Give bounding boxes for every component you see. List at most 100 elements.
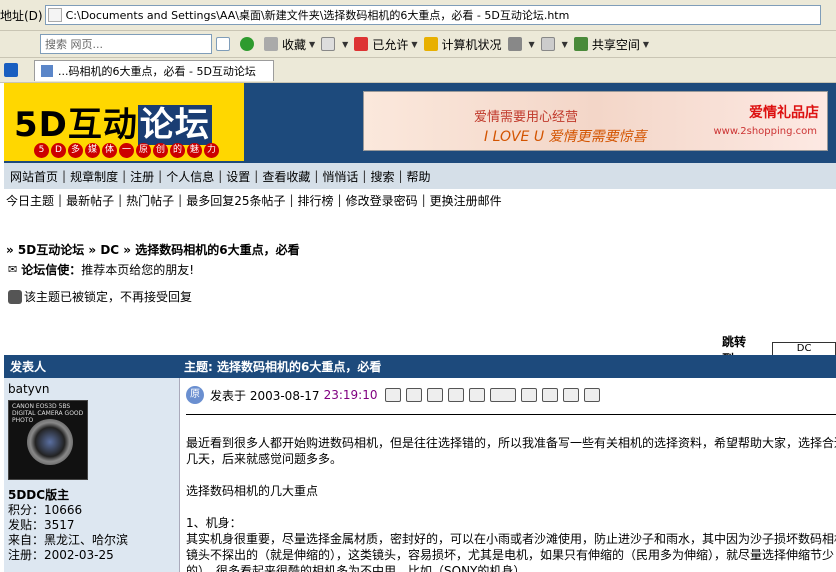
logo-tagline: 5D多媒体一原创的魅力 — [34, 143, 219, 158]
tagline-char: 体 — [102, 143, 117, 158]
nav-link[interactable]: 设置 — [226, 168, 250, 185]
post-paragraph: 其实机身很重要，尽量选择金属材质，密封好的，可以在小雨或者沙滩使用，防止进沙子和… — [186, 532, 836, 546]
subject-column-header: 主题: 选择数码相机的6大重点，必看 — [184, 360, 382, 374]
nav-link[interactable]: 查看收藏 — [262, 168, 310, 185]
post-actions — [385, 388, 601, 402]
nav-link[interactable]: 搜索 — [370, 168, 394, 185]
nav-link[interactable]: 排行榜 — [298, 192, 334, 209]
post-body: 最近看到很多人都开始购进数码相机，但是往往选择错的，所以我准备写一些有关相机的选… — [186, 435, 836, 572]
move-icon[interactable] — [563, 388, 580, 402]
nav-link[interactable]: 最多回复25条帖子 — [186, 192, 285, 209]
search-go-button[interactable] — [216, 37, 234, 51]
post-paragraph: 镜头不探出的（就是伸缩的），这类镜头，容易损坏，尤其是电机，如果只有伸缩的（民用… — [186, 548, 835, 562]
pm-icon[interactable] — [490, 388, 517, 402]
people-icon — [573, 37, 588, 51]
home-icon[interactable] — [427, 388, 444, 402]
shield-icon — [354, 37, 369, 51]
author-column-header: 发表人 — [10, 360, 47, 374]
mail-icon — [321, 37, 336, 51]
rss-icon — [507, 37, 522, 51]
email-icon[interactable] — [406, 388, 423, 402]
chevron-down-icon: ▼ — [342, 39, 349, 49]
main-nav: 网站首页 | 规章制度 | 注册 | 个人信息 | 设置 | 查看收藏 | 悄悄话 | 搜索 | 帮助 — [4, 163, 836, 189]
nav-separator: | — [158, 169, 163, 183]
download-icon[interactable] — [584, 388, 601, 402]
mail-button[interactable]: ▼ — [321, 37, 348, 51]
post-header: 原 发表于 2003-08-17 23:19:10 — [186, 384, 830, 406]
tagline-char: 多 — [68, 143, 83, 158]
nav-separator: | — [314, 169, 319, 183]
post-paragraph: 最近看到很多人都开始购进数码相机，但是往往选择错的，所以我准备写一些有关相机的选… — [186, 436, 836, 450]
computer-status-button[interactable]: 计算机状况 — [423, 36, 502, 53]
shared-space-button[interactable]: 共享空间 ▼ — [573, 36, 649, 53]
search-input[interactable]: 搜索 网页... — [40, 34, 212, 54]
messenger-link[interactable]: 推荐本页给您的朋友! — [81, 261, 194, 278]
tagline-char: 的 — [170, 143, 185, 158]
profile-icon[interactable] — [385, 388, 402, 402]
page-icon — [47, 8, 62, 22]
nav-link[interactable]: 网站首页 — [10, 168, 58, 185]
nav-link[interactable]: 个人信息 — [166, 168, 214, 185]
tab-current[interactable]: ...码相机的6大重点，必看 - 5D互动论坛 — [34, 59, 274, 81]
search-icon — [216, 37, 230, 51]
address-input[interactable]: C:\Documents and Settings\AA\桌面\新建文件夹\选择… — [44, 5, 821, 25]
nav-separator: | — [289, 193, 294, 207]
tab-title: ...码相机的6大重点，必看 - 5D互动论坛 — [58, 64, 256, 78]
report-icon[interactable] — [542, 388, 559, 402]
thread-header: 发表人 主题: 选择数码相机的6大重点，必看 — [4, 355, 836, 378]
breadcrumb[interactable]: » 5D互动论坛 » DC » 选择数码相机的6大重点，必看 — [6, 241, 300, 258]
post-divider — [186, 414, 836, 415]
tagline-char: D — [51, 143, 66, 158]
address-value: C:\Documents and Settings\AA\桌面\新建文件夹\选择… — [65, 9, 570, 22]
nav-separator: | — [178, 193, 183, 207]
author-name[interactable]: batyvn — [8, 382, 175, 396]
author-points: 积分：10666 — [8, 503, 83, 517]
search-icon[interactable] — [521, 388, 538, 402]
nav-separator: | — [398, 169, 403, 183]
add-button[interactable] — [240, 37, 258, 51]
chevron-down-icon: ▼ — [561, 39, 568, 49]
nav-link[interactable]: 帮助 — [407, 168, 431, 185]
nav-link[interactable]: 热门帖子 — [126, 192, 174, 209]
sub-nav: 今日主题 | 最新帖子 | 热门帖子 | 最多回复25条帖子 | 排行榜 | 修改登录密码 | 更换注册… — [4, 189, 836, 211]
favorites-button[interactable]: 收藏 ▼ — [264, 36, 315, 53]
logo-text-b: 论坛 — [137, 105, 212, 145]
favorite-icon[interactable] — [469, 388, 486, 402]
original-badge: 原 — [186, 386, 204, 404]
camera-lens-icon — [27, 419, 73, 465]
qq-icon[interactable] — [448, 388, 465, 402]
shared-space-label: 共享空间 — [591, 37, 640, 52]
nav-separator: | — [218, 169, 223, 183]
tagline-char: 5 — [34, 143, 49, 158]
post-paragraph: 几天，后来就感觉问题多多。 — [186, 452, 343, 466]
author-registered: 注册：2002-03-25 — [8, 548, 114, 562]
nav-link[interactable]: 悄悄话 — [322, 168, 358, 185]
address-bar: 地址(D) C:\Documents and Settings\AA\桌面\新建… — [0, 0, 836, 31]
allowed-button[interactable]: 已允许 ▼ — [354, 36, 418, 53]
ad-banner[interactable]: 爱情需要用心经营 I LOVE U 爱情更需要惊喜 爱情礼品店 www.2sho… — [363, 91, 828, 151]
nav-link[interactable]: 更换注册邮件 — [430, 192, 502, 209]
page-icon — [41, 64, 53, 77]
chevron-down-icon: ▼ — [411, 39, 418, 49]
nav-link[interactable]: 今日主题 — [6, 192, 54, 209]
nav-link[interactable]: 注册 — [130, 168, 154, 185]
logo-text: 5D互动论坛 — [14, 97, 212, 146]
nav-link[interactable]: 修改登录密码 — [346, 192, 418, 209]
favorites-label: 收藏 — [282, 37, 307, 52]
nav-link[interactable]: 规章制度 — [70, 168, 118, 185]
new-tab-button[interactable] — [4, 63, 22, 77]
web-page: 5D互动论坛 5D多媒体一原创的魅力 爱情需要用心经营 I LOVE U 爱情更… — [0, 83, 836, 572]
rss-button[interactable]: ▼ — [507, 37, 535, 51]
plus-icon — [4, 63, 18, 77]
tagline-char: 原 — [136, 143, 151, 158]
tagline-char: 一 — [119, 143, 134, 158]
envelope-icon — [540, 37, 555, 51]
nav-separator: | — [337, 193, 342, 207]
site-logo[interactable]: 5D互动论坛 5D多媒体一原创的魅力 — [4, 83, 244, 161]
nav-link[interactable]: 最新帖子 — [66, 192, 114, 209]
post-paragraph: 的），很多看起来很酷的相机多为不中用，比如（SONY的机身）。 — [186, 564, 532, 572]
nav-separator: | — [58, 193, 63, 207]
nav-separator: | — [122, 169, 127, 183]
nav-separator: | — [421, 193, 426, 207]
toolbar-mail-button[interactable]: ▼ — [540, 37, 568, 51]
